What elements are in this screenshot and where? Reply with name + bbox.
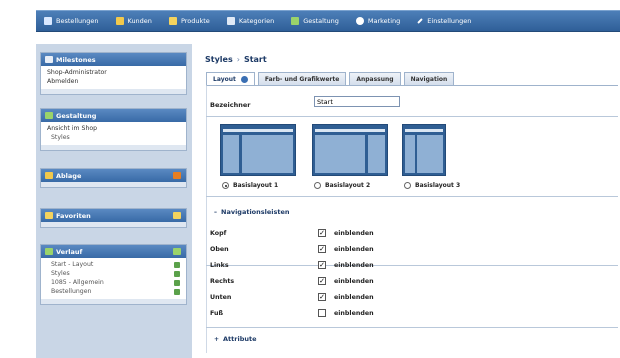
history-item[interactable]: 1085 - Allgemein (47, 278, 182, 287)
history-icon (45, 248, 53, 255)
customers-icon (115, 17, 124, 25)
layout-radio-2[interactable] (314, 182, 321, 189)
verlauf-header[interactable]: Verlauf (41, 245, 186, 258)
attribute-section-toggle[interactable]: + Attribute (214, 335, 257, 343)
layout-option-3[interactable]: Basislayout 3 (404, 182, 460, 189)
design-icon (291, 17, 300, 25)
collapse-icon: – (214, 208, 217, 216)
products-icon (168, 17, 177, 25)
styles-link[interactable]: Styles (47, 133, 182, 142)
layout-radio-3[interactable] (404, 182, 411, 189)
layout-thumbnail-1[interactable] (220, 124, 296, 176)
star-icon (45, 212, 53, 219)
breadcrumb-current: Start (243, 55, 267, 64)
nav-row-fuss: Fuß einblenden (210, 309, 374, 317)
favoriten-action-icon[interactable] (173, 212, 181, 219)
layout-option-1[interactable]: Basislayout 1 (222, 182, 278, 189)
sidebar: Milestones Shop-Administrator Abmelden G… (36, 44, 192, 358)
history-item[interactable]: Bestellungen (47, 287, 182, 296)
breadcrumb-parent[interactable]: Styles (205, 55, 233, 64)
tab-customization[interactable]: Anpassung (349, 72, 401, 85)
nav-item-kategorien[interactable]: Kategorien (219, 11, 283, 31)
nav-item-produkte[interactable]: Produkte (161, 11, 219, 31)
gestaltung-box: Gestaltung Ansicht im Shop Styles (40, 108, 187, 151)
nav-row-kopf: Kopf ✓ einblenden (210, 229, 374, 237)
nav-item-einstellungen[interactable]: Einstellungen (409, 11, 480, 31)
layout-thumbnail-3[interactable] (402, 124, 446, 176)
tab-navigation[interactable]: Navigation (403, 72, 455, 85)
history-tag-icon (174, 289, 180, 295)
admin-link[interactable]: Shop-Administrator (47, 68, 182, 77)
checkbox-unten[interactable]: ✓ (318, 293, 326, 301)
breadcrumb: Styles › Start (205, 55, 267, 64)
main-content: Styles › Start Layout Farb- und Grafikwert… (200, 44, 620, 358)
ablage-action-icon[interactable] (173, 172, 181, 179)
identifier-input[interactable] (314, 96, 400, 107)
nav-row-links: Links ✓ einblenden (210, 261, 374, 269)
layout-thumbnail-2[interactable] (312, 124, 388, 176)
nav-item-bestellungen[interactable]: Bestellungen (36, 11, 108, 31)
tab-bar: Layout Farb- und Grafikwerte Anpassung N… (206, 72, 457, 86)
main-menu-bar: Bestellungen Kunden Produkte Kategorien … (36, 10, 620, 32)
folder-icon (45, 172, 53, 179)
nav-item-kunden[interactable]: Kunden (108, 11, 161, 31)
history-item[interactable]: Start - Layout (47, 260, 182, 269)
favoriten-box: Favoriten (40, 208, 187, 228)
verlauf-action-icon[interactable] (173, 248, 181, 255)
top-navigation: Bestellungen Kunden Produkte Kategorien … (0, 0, 620, 44)
categories-icon (226, 17, 235, 25)
nav-row-oben: Oben ✓ einblenden (210, 245, 374, 253)
tab-colors-graphics[interactable]: Farb- und Grafikwerte (257, 72, 347, 85)
marketing-icon (355, 17, 364, 25)
verlauf-box: Verlauf Start - Layout Styles 1085 - All… (40, 244, 187, 305)
checkbox-fuss[interactable] (318, 309, 326, 317)
settings-icon (417, 18, 424, 24)
orders-icon (44, 17, 52, 25)
nav-item-marketing[interactable]: Marketing (348, 11, 409, 31)
tab-layout[interactable]: Layout (206, 72, 255, 86)
layout-option-2[interactable]: Basislayout 2 (314, 182, 370, 189)
favoriten-header[interactable]: Favoriten (41, 209, 186, 222)
history-tag-icon (174, 280, 180, 286)
navigation-section-toggle[interactable]: – Navigationsleisten (214, 208, 290, 216)
checkbox-links[interactable]: ✓ (318, 261, 326, 269)
history-item[interactable]: Styles (47, 269, 182, 278)
milestones-icon (45, 56, 53, 63)
ablage-header[interactable]: Ablage (41, 169, 186, 182)
design-icon (45, 112, 53, 119)
layout-radio-1[interactable] (222, 182, 229, 189)
ablage-box: Ablage (40, 168, 187, 188)
history-tag-icon (174, 262, 180, 268)
milestones-box: Milestones Shop-Administrator Abmelden (40, 52, 187, 95)
gestaltung-header[interactable]: Gestaltung (41, 109, 186, 122)
logout-link[interactable]: Abmelden (47, 77, 182, 86)
checkbox-kopf[interactable]: ✓ (318, 229, 326, 237)
nav-row-unten: Unten ✓ einblenden (210, 293, 374, 301)
expand-icon: + (214, 335, 220, 343)
milestones-header[interactable]: Milestones (41, 53, 186, 66)
shop-view-link[interactable]: Ansicht im Shop (47, 124, 182, 133)
checkbox-oben[interactable]: ✓ (318, 245, 326, 253)
history-tag-icon (174, 271, 180, 277)
nav-row-rechts: Rechts ✓ einblenden (210, 277, 374, 285)
identifier-label: Bezeichner (210, 101, 251, 109)
help-icon[interactable] (240, 76, 248, 83)
nav-item-gestaltung[interactable]: Gestaltung (283, 11, 348, 31)
checkbox-rechts[interactable]: ✓ (318, 277, 326, 285)
